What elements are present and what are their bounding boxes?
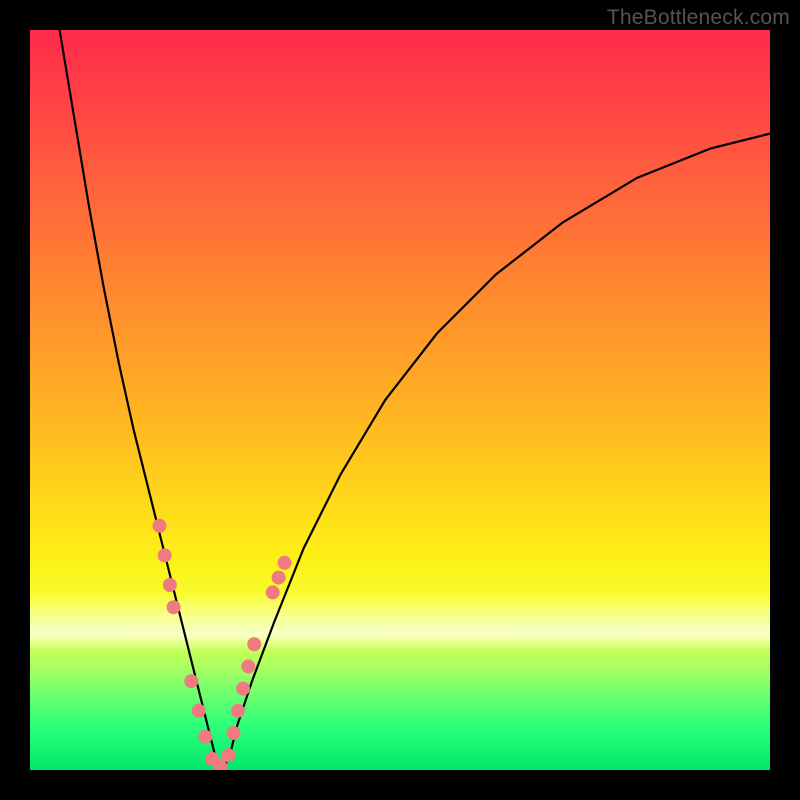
curve-marker: [184, 674, 198, 688]
curve-marker: [241, 659, 255, 673]
curve-marker: [198, 730, 212, 744]
curve-layer: [30, 30, 770, 770]
watermark-text: TheBottleneck.com: [607, 6, 790, 30]
curve-marker: [153, 519, 167, 533]
curve-marker: [192, 704, 206, 718]
curve-marker: [266, 585, 280, 599]
curve-marker: [247, 637, 261, 651]
curve-marker: [272, 571, 286, 585]
curve-marker: [167, 600, 181, 614]
chart-frame: TheBottleneck.com: [0, 0, 800, 800]
bottleneck-curve: [60, 30, 770, 770]
curve-marker: [236, 682, 250, 696]
curve-marker: [158, 548, 172, 562]
curve-marker: [231, 704, 245, 718]
curve-marker: [163, 578, 177, 592]
curve-marker: [227, 726, 241, 740]
curve-marker: [221, 748, 235, 762]
curve-markers: [153, 519, 292, 770]
curve-marker: [278, 556, 292, 570]
plot-area: [30, 30, 770, 770]
